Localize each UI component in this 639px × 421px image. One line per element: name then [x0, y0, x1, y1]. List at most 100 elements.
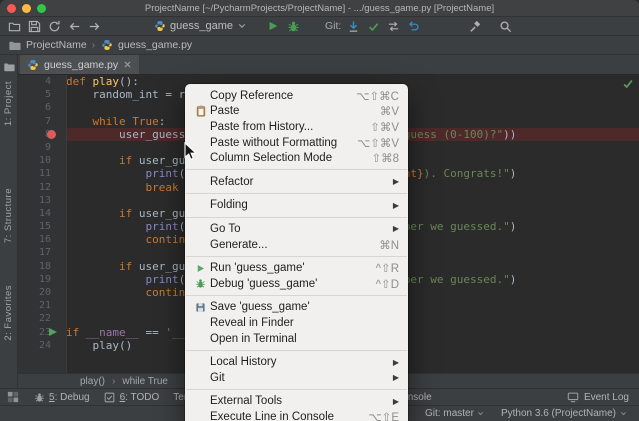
- git-update-icon[interactable]: [345, 18, 361, 34]
- zoom-window-button[interactable]: [37, 4, 46, 13]
- inspections-ok-icon[interactable]: [622, 78, 634, 93]
- menu-separator: [186, 350, 407, 351]
- line-number[interactable]: 23: [18, 326, 66, 339]
- submenu-arrow-icon: ▶: [393, 397, 399, 406]
- titlebar[interactable]: ProjectName [~/PycharmProjects/ProjectNa…: [0, 0, 639, 17]
- menu-separator: [186, 217, 407, 218]
- menu-item-spacer: [191, 120, 210, 133]
- breadcrumb-play[interactable]: play(): [80, 376, 105, 387]
- debug-button[interactable]: [285, 18, 301, 34]
- breadcrumb-project[interactable]: ProjectName: [26, 39, 87, 51]
- line-number[interactable]: 10: [18, 154, 66, 167]
- editor-context-menu: Copy Reference⌥⇧⌘CPaste⌘VPaste from Hist…: [185, 84, 408, 421]
- save-all-icon[interactable]: [26, 18, 42, 34]
- open-icon[interactable]: [6, 18, 22, 34]
- sidebar-item-structure[interactable]: 7: Structure: [3, 188, 14, 243]
- line-number[interactable]: 8: [18, 128, 66, 141]
- menu-item-copy-reference[interactable]: Copy Reference⌥⇧⌘C: [185, 88, 408, 104]
- editor-tab-bar: guess_game.py: [18, 55, 639, 75]
- line-number[interactable]: 11: [18, 167, 66, 180]
- menu-item-label: Debug 'guess_game': [210, 278, 360, 290]
- breakpoint-icon[interactable]: [47, 130, 56, 139]
- menu-item-debug-guess-game[interactable]: Debug 'guess_game'^⇧D: [185, 276, 408, 292]
- run-button[interactable]: [265, 18, 281, 34]
- line-number[interactable]: 14: [18, 207, 66, 220]
- sidebar-item-project[interactable]: 1: Project: [3, 81, 14, 126]
- menu-item-spacer: [191, 410, 210, 421]
- folder-icon: [8, 37, 21, 53]
- line-number[interactable]: 13: [18, 194, 66, 207]
- tab-label: guess_game.py: [44, 59, 118, 71]
- toolwindow-button-5-debug[interactable]: 5: Debug: [33, 389, 90, 405]
- menu-item-reveal-in-finder[interactable]: Reveal in Finder: [185, 315, 408, 331]
- project-icon[interactable]: [2, 59, 15, 75]
- menu-item-open-in-terminal[interactable]: Open in Terminal: [185, 331, 408, 347]
- git-revert-icon[interactable]: [405, 18, 421, 34]
- toolwindow-switcher-icon[interactable]: [6, 389, 19, 405]
- toolwindow-button-6-todo[interactable]: 6: TODO: [104, 389, 160, 405]
- line-number[interactable]: 12: [18, 181, 66, 194]
- menu-item-paste[interactable]: Paste⌘V: [185, 104, 408, 120]
- menu-item-git[interactable]: Git▶: [185, 370, 408, 386]
- menu-item-go-to[interactable]: Go To▶: [185, 221, 408, 237]
- menu-run-icon: [191, 262, 210, 275]
- menu-item-external-tools[interactable]: External Tools▶: [185, 394, 408, 410]
- build-icon[interactable]: [467, 18, 483, 34]
- git-commit-icon[interactable]: [365, 18, 381, 34]
- line-number[interactable]: 24: [18, 339, 66, 352]
- interpreter-widget[interactable]: Python 3.6 (ProjectName): [501, 408, 627, 419]
- line-number[interactable]: 16: [18, 233, 66, 246]
- tab-guess-game[interactable]: guess_game.py: [20, 55, 139, 74]
- main-toolbar: guess_game Git:: [0, 17, 639, 36]
- sync-icon[interactable]: [46, 18, 62, 34]
- line-number[interactable]: 5: [18, 88, 66, 101]
- menu-item-spacer: [191, 222, 210, 235]
- menu-item-paste-from-history[interactable]: Paste from History...⇧⌘V: [185, 119, 408, 135]
- event-log-button[interactable]: Event Log: [567, 389, 629, 405]
- menu-item-local-history[interactable]: Local History▶: [185, 354, 408, 370]
- line-number[interactable]: 4: [18, 75, 66, 88]
- minimize-window-button[interactable]: [22, 4, 31, 13]
- sidebar-item-favorites[interactable]: 2: Favorites: [3, 285, 14, 341]
- line-number[interactable]: 17: [18, 246, 66, 259]
- search-everywhere-icon[interactable]: [497, 18, 513, 34]
- menu-item-label: Column Selection Mode: [210, 152, 355, 164]
- line-number[interactable]: 21: [18, 299, 66, 312]
- git-compare-icon[interactable]: [385, 18, 401, 34]
- menu-item-save-guess-game[interactable]: Save 'guess_game': [185, 300, 408, 316]
- menu-item-shortcut: ⌥⇧E: [368, 410, 399, 421]
- line-number[interactable]: 15: [18, 220, 66, 233]
- breadcrumb-separator: ›: [112, 376, 115, 387]
- line-number[interactable]: 19: [18, 273, 66, 286]
- menu-item-folding[interactable]: Folding▶: [185, 198, 408, 214]
- line-number[interactable]: 20: [18, 286, 66, 299]
- line-number[interactable]: 7: [18, 115, 66, 128]
- menu-item-spacer: [191, 332, 210, 345]
- menu-item-generate[interactable]: Generate...⌘N: [185, 237, 408, 253]
- menu-separator: [186, 295, 407, 296]
- menu-item-execute-line-in-console[interactable]: Execute Line in Console⌥⇧E: [185, 409, 408, 421]
- menu-separator: [186, 169, 407, 170]
- menu-item-spacer: [191, 238, 210, 251]
- line-number[interactable]: 18: [18, 260, 66, 273]
- traffic-lights: [0, 4, 46, 13]
- menu-item-run-guess-game[interactable]: Run 'guess_game'^⇧R: [185, 260, 408, 276]
- close-icon[interactable]: [123, 60, 132, 69]
- forward-icon[interactable]: [86, 18, 102, 34]
- git-branch-widget[interactable]: Git: master: [425, 408, 485, 419]
- close-window-button[interactable]: [7, 4, 16, 13]
- menu-item-paste-without-formatting[interactable]: Paste without Formatting⌥⇧⌘V: [185, 135, 408, 151]
- back-icon[interactable]: [66, 18, 82, 34]
- run-configuration-select[interactable]: guess_game: [150, 18, 249, 34]
- menu-item-column-selection-mode[interactable]: Column Selection Mode⇧⌘8: [185, 150, 408, 166]
- submenu-arrow-icon: ▶: [393, 177, 399, 186]
- run-gutter-icon[interactable]: [49, 328, 57, 336]
- menu-item-label: Paste from History...: [210, 121, 354, 133]
- menu-item-refactor[interactable]: Refactor▶: [185, 174, 408, 190]
- menu-item-spacer: [191, 356, 210, 369]
- line-number[interactable]: 6: [18, 101, 66, 114]
- breadcrumb-while-true[interactable]: while True: [122, 376, 168, 387]
- breadcrumb-file[interactable]: guess_game.py: [118, 39, 192, 51]
- line-number[interactable]: 9: [18, 141, 66, 154]
- line-number[interactable]: 22: [18, 312, 66, 325]
